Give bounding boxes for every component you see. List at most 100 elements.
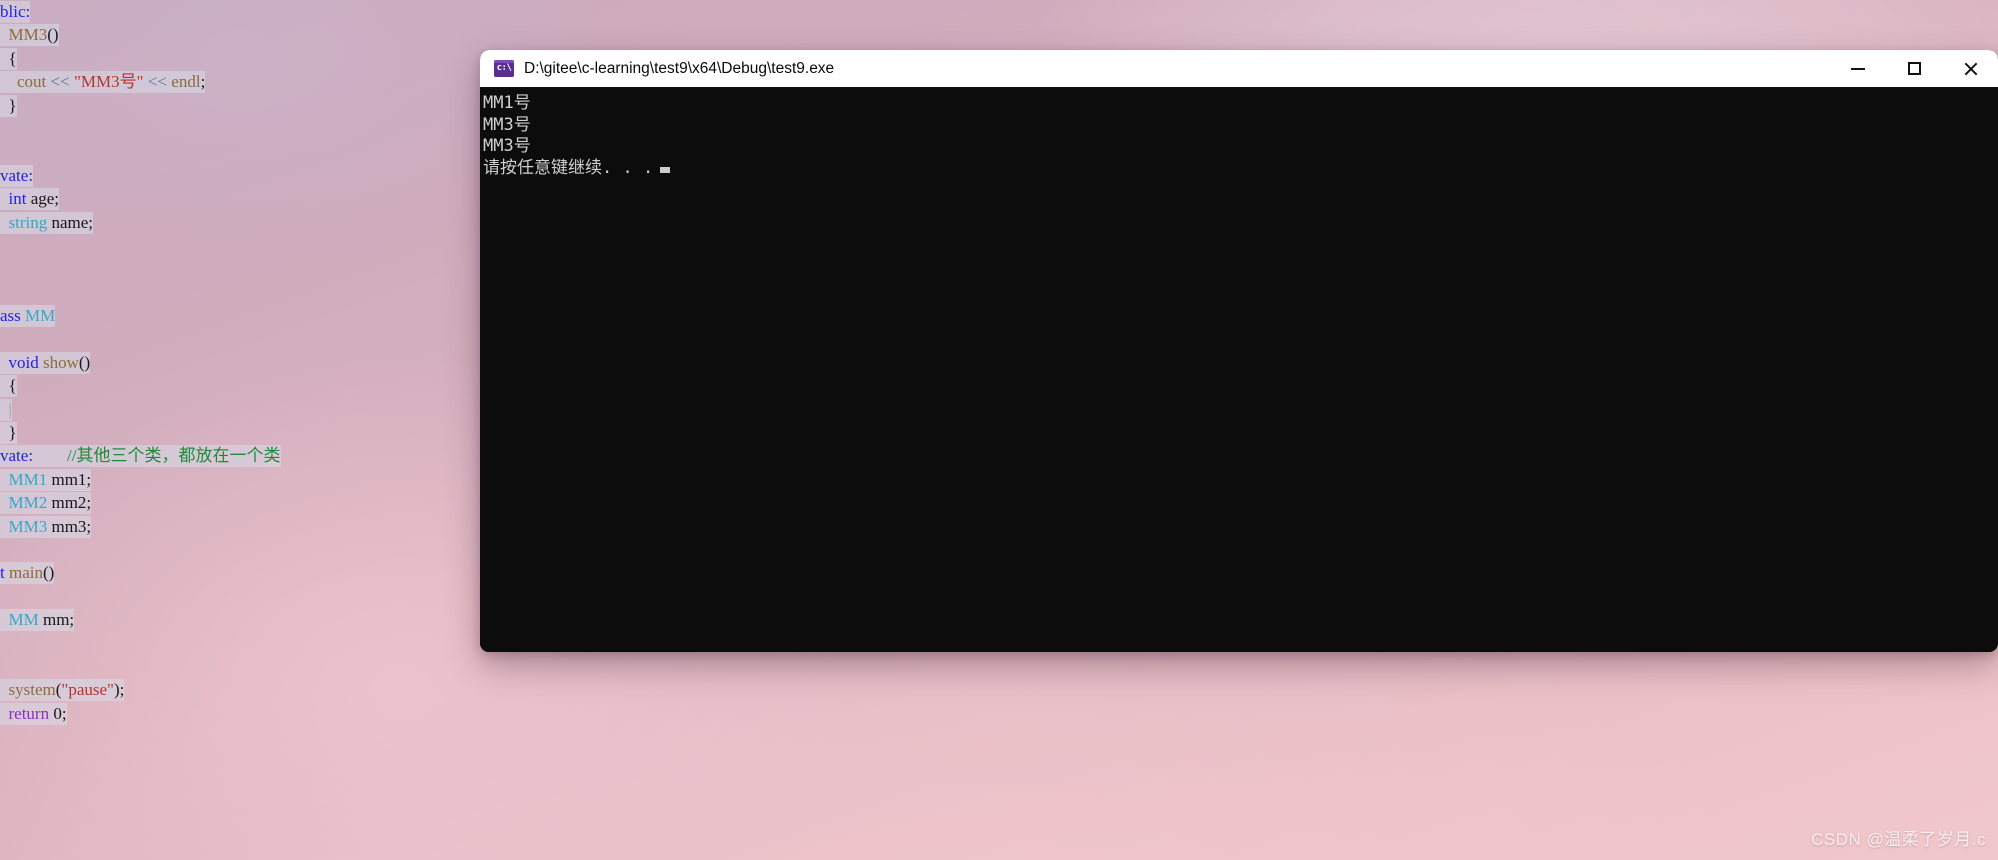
code-token: return bbox=[8, 703, 50, 723]
code-token: "pause" bbox=[61, 680, 114, 700]
close-button[interactable] bbox=[1942, 50, 1998, 87]
code-token: MM bbox=[25, 306, 56, 326]
code-line-text: ass MM bbox=[0, 305, 56, 328]
code-token: ); bbox=[114, 680, 125, 700]
code-line: { bbox=[0, 47, 486, 70]
code-token: << bbox=[50, 72, 70, 92]
code-token: () bbox=[42, 563, 55, 583]
console-output-area[interactable]: MM1号 MM3号 MM3号 请按任意键继续. . . bbox=[480, 87, 1998, 652]
console-line: MM3号 bbox=[483, 114, 531, 135]
code-token: 0 bbox=[53, 703, 62, 723]
code-token: blic: bbox=[0, 2, 31, 21]
code-token: main bbox=[8, 563, 43, 583]
code-line: { bbox=[0, 374, 486, 398]
maximize-button[interactable] bbox=[1886, 50, 1942, 87]
window-controls bbox=[1830, 50, 1998, 87]
maximize-icon bbox=[1907, 62, 1921, 75]
code-line: MM3() bbox=[0, 23, 486, 47]
console-titlebar[interactable]: c:\ D:\gitee\c-learning\test9\x64\Debug\… bbox=[480, 50, 1998, 87]
code-line-text: int age; bbox=[0, 188, 60, 211]
code-token: () bbox=[78, 352, 91, 372]
code-line-text: cout << "MM3号" << endl; bbox=[0, 71, 206, 94]
code-token: MM bbox=[8, 610, 39, 630]
code-line: return 0; bbox=[0, 702, 486, 725]
code-line-text: MM3 mm3; bbox=[0, 515, 92, 538]
code-line: string name; bbox=[0, 211, 486, 234]
code-token: endl bbox=[171, 72, 201, 92]
code-line: MM mm; bbox=[0, 608, 486, 632]
code-line-text: string name; bbox=[0, 211, 94, 234]
code-line-text: MM1 mm1; bbox=[0, 468, 92, 491]
minimize-icon bbox=[1851, 67, 1865, 70]
code-line: void show() bbox=[0, 351, 486, 374]
console-window[interactable]: c:\ D:\gitee\c-learning\test9\x64\Debug\… bbox=[480, 50, 1998, 652]
code-token: show bbox=[42, 352, 79, 372]
code-token: } bbox=[0, 95, 17, 115]
code-token: MM1 bbox=[8, 469, 48, 489]
code-line: t main() bbox=[0, 561, 486, 585]
code-token: cout bbox=[17, 72, 47, 92]
code-token: int bbox=[8, 189, 27, 209]
code-token: mm1; bbox=[47, 469, 92, 489]
console-cmd-icon: c:\ bbox=[494, 60, 514, 77]
code-line-text: { bbox=[0, 47, 17, 70]
code-line: MM1 mm1; bbox=[0, 468, 486, 491]
code-token: << bbox=[147, 72, 168, 92]
code-line: vate: bbox=[0, 164, 486, 187]
code-line: } bbox=[0, 94, 486, 117]
code-token: name; bbox=[47, 212, 94, 232]
code-line: blic: bbox=[0, 0, 486, 23]
code-token: age; bbox=[26, 189, 60, 209]
code-line-text: MM2 mm2; bbox=[0, 492, 92, 515]
code-line-text: void show() bbox=[0, 351, 91, 374]
close-icon bbox=[1963, 62, 1977, 76]
code-token: void bbox=[8, 352, 39, 372]
code-line: cout << "MM3号" << endl; bbox=[0, 70, 486, 94]
code-token: { bbox=[0, 376, 17, 396]
code-token: //其他三个类，都放在一个类 bbox=[67, 446, 281, 466]
code-token: MM2 bbox=[8, 493, 48, 513]
code-token: () bbox=[47, 25, 59, 45]
code-line-text: } bbox=[0, 422, 17, 445]
code-token: } bbox=[0, 423, 17, 443]
minimize-button[interactable] bbox=[1830, 50, 1886, 87]
code-line: ass MM bbox=[0, 304, 486, 328]
code-line-text: | bbox=[0, 398, 12, 421]
code-line: } bbox=[0, 421, 486, 445]
code-token: MM3 bbox=[8, 516, 48, 536]
code-line-text: MM mm; bbox=[0, 609, 75, 632]
code-line: | bbox=[0, 398, 486, 421]
code-editor-background[interactable]: blic: MM3() { cout << "MM3号" << endl; } … bbox=[0, 0, 486, 800]
csdn-watermark: CSDN @温柔了岁月.c bbox=[1811, 830, 1986, 849]
code-line-text: } bbox=[0, 94, 17, 117]
code-line: MM3 mm3; bbox=[0, 515, 486, 538]
code-line-text: t main() bbox=[0, 562, 55, 585]
code-token: ; bbox=[61, 703, 67, 723]
console-line: 请按任意键继续. . . bbox=[483, 158, 1998, 180]
code-line-text: vate: bbox=[0, 164, 34, 187]
console-line: MM3号 bbox=[483, 136, 531, 156]
code-token: system bbox=[8, 680, 56, 700]
code-line-text: blic: bbox=[0, 1, 31, 23]
code-line-text: system("pause"); bbox=[0, 679, 125, 702]
code-line-text: vate: //其他三个类，都放在一个类 bbox=[0, 445, 281, 468]
